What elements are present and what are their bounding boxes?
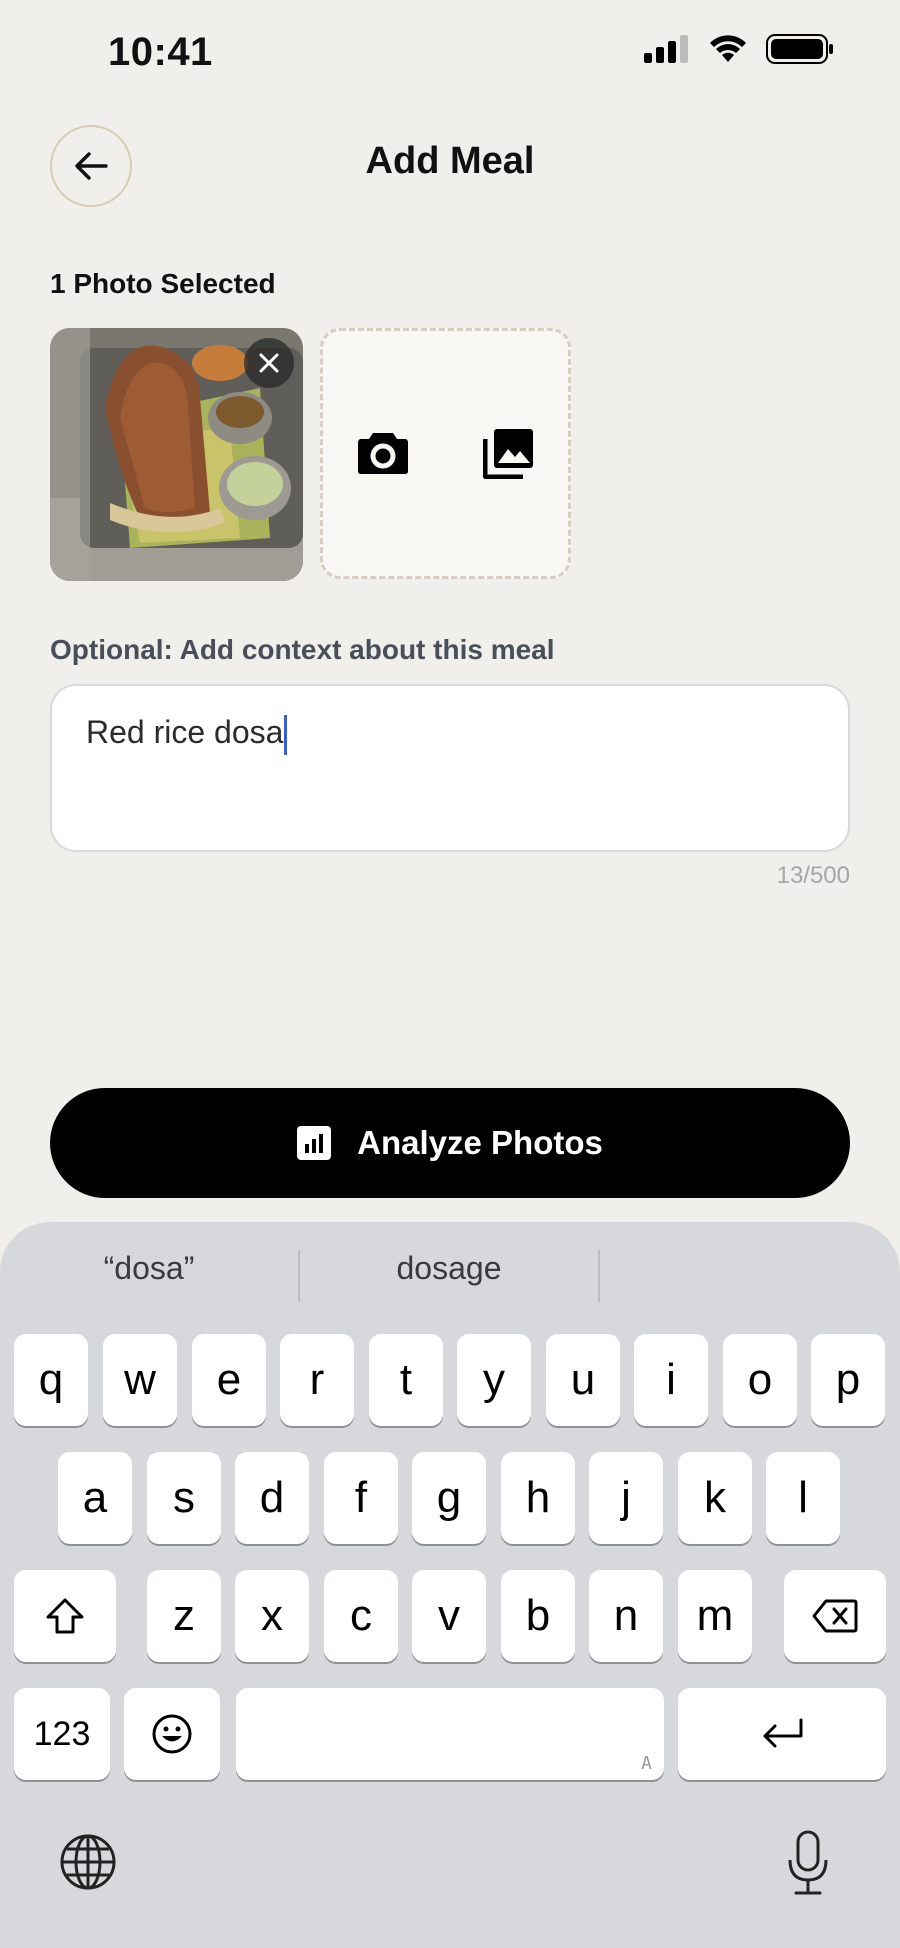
suggestion-2[interactable]: dosage xyxy=(300,1250,598,1287)
key-v[interactable]: v xyxy=(412,1570,486,1662)
close-icon xyxy=(259,353,279,373)
shift-icon xyxy=(46,1598,84,1634)
key-m[interactable]: m xyxy=(678,1570,752,1662)
key-u[interactable]: u xyxy=(546,1334,620,1426)
backspace-key[interactable] xyxy=(784,1570,886,1662)
key-w[interactable]: w xyxy=(103,1334,177,1426)
key-k[interactable]: k xyxy=(678,1452,752,1544)
space-key-indicator: A xyxy=(641,1753,652,1774)
shift-key[interactable] xyxy=(14,1570,116,1662)
gallery-icon xyxy=(483,429,533,479)
suggestion-1[interactable]: “dosa” xyxy=(0,1250,298,1287)
key-j[interactable]: j xyxy=(589,1452,663,1544)
key-c[interactable]: c xyxy=(324,1570,398,1662)
key-n[interactable]: n xyxy=(589,1570,663,1662)
meal-context-value: Red rice dosa xyxy=(86,714,284,750)
key-e[interactable]: e xyxy=(192,1334,266,1426)
battery-icon xyxy=(766,34,833,64)
wifi-icon xyxy=(710,35,746,62)
key-f[interactable]: f xyxy=(324,1452,398,1544)
take-photo-button[interactable] xyxy=(352,425,414,481)
analyze-photos-label: Analyze Photos xyxy=(357,1124,603,1161)
microphone-icon xyxy=(788,1830,828,1895)
signal-icon xyxy=(644,35,688,63)
status-time: 10:41 xyxy=(108,30,213,74)
character-counter: 13/500 xyxy=(776,862,850,889)
space-key[interactable]: A xyxy=(236,1688,664,1780)
key-d[interactable]: d xyxy=(235,1452,309,1544)
globe-button[interactable] xyxy=(58,1832,118,1892)
globe-icon xyxy=(60,1834,116,1890)
text-caret xyxy=(284,714,288,755)
dictation-button[interactable] xyxy=(786,1830,830,1896)
key-l[interactable]: l xyxy=(766,1452,840,1544)
keyboard-suggestions: “dosa” dosage xyxy=(0,1250,900,1302)
on-screen-keyboard: “dosa” dosage q w e r t y u i o p a s d … xyxy=(0,1222,900,1948)
key-i[interactable]: i xyxy=(634,1334,708,1426)
emoji-icon xyxy=(152,1714,192,1754)
key-q[interactable]: q xyxy=(14,1334,88,1426)
camera-icon xyxy=(358,433,408,474)
photos-selected-label: 1 Photo Selected xyxy=(50,268,276,299)
key-a[interactable]: a xyxy=(58,1452,132,1544)
key-t[interactable]: t xyxy=(369,1334,443,1426)
page-title: Add Meal xyxy=(365,140,535,182)
key-s[interactable]: s xyxy=(147,1452,221,1544)
key-o[interactable]: o xyxy=(723,1334,797,1426)
key-b[interactable]: b xyxy=(501,1570,575,1662)
choose-from-gallery-button[interactable] xyxy=(478,422,540,484)
backspace-icon xyxy=(812,1599,858,1633)
key-g[interactable]: g xyxy=(412,1452,486,1544)
analyze-photos-button[interactable]: Analyze Photos xyxy=(50,1088,850,1198)
chart-icon xyxy=(297,1126,332,1160)
key-x[interactable]: x xyxy=(235,1570,309,1662)
suggestion-divider xyxy=(598,1250,600,1302)
emoji-key[interactable] xyxy=(124,1688,220,1780)
context-label: Optional: Add context about this meal xyxy=(50,634,555,665)
key-h[interactable]: h xyxy=(501,1452,575,1544)
key-y[interactable]: y xyxy=(457,1334,531,1426)
return-key[interactable] xyxy=(678,1688,886,1780)
status-icons xyxy=(644,34,834,64)
key-p[interactable]: p xyxy=(811,1334,885,1426)
key-z[interactable]: z xyxy=(147,1570,221,1662)
return-icon xyxy=(763,1718,803,1748)
meal-context-input[interactable]: Red rice dosa xyxy=(50,684,850,852)
key-r[interactable]: r xyxy=(280,1334,354,1426)
remove-photo-button[interactable] xyxy=(244,338,294,388)
numbers-key[interactable]: 123 xyxy=(14,1688,110,1780)
